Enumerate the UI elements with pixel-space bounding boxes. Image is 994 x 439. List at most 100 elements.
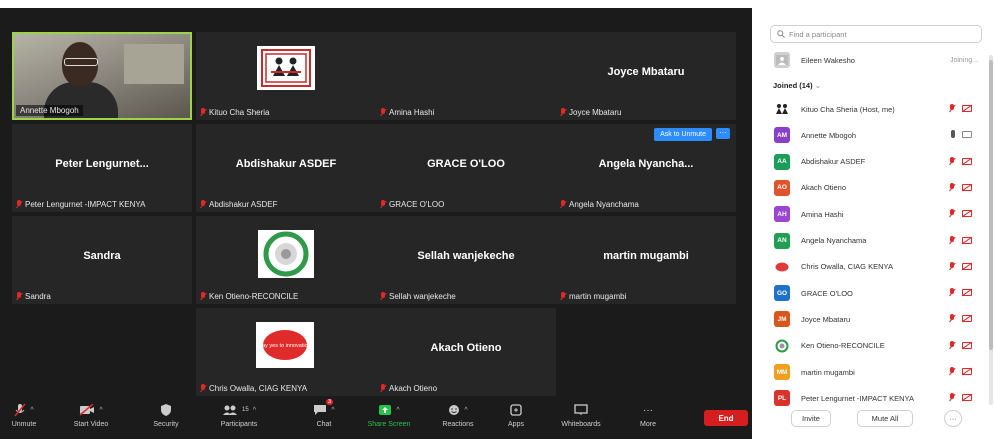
participant-row[interactable]: AN Angela Nyanchama [774, 231, 984, 251]
participant-row[interactable]: AO Akach Otieno [774, 178, 984, 198]
participant-row[interactable]: AM Annette Mbogoh [774, 125, 984, 145]
tile-name-label: Chris Owalla, CIAG KENYA [200, 384, 307, 393]
meeting-view: Annette Mbogoh Kituo Cha Sheria Amina Ha… [0, 8, 752, 439]
video-tile[interactable]: Ken Otieno-RECONCILE [196, 216, 376, 304]
muted-mic-icon[interactable] [949, 288, 955, 297]
muted-mic-icon [560, 292, 566, 301]
muted-mic-icon[interactable] [949, 314, 955, 323]
participant-row[interactable]: AH Amina Hashi [774, 204, 984, 224]
video-off-icon[interactable] [962, 262, 972, 270]
participant-name: Peter Lengurnet... [55, 158, 149, 170]
video-tile[interactable]: Amina Hashi [376, 32, 556, 120]
video-off-icon[interactable] [962, 183, 972, 191]
muted-mic-icon [200, 292, 206, 301]
participant-row[interactable]: Chris Owalla, CIAG KENYA [774, 257, 984, 277]
video-tile[interactable]: Peter Lengurnet... Peter Lengurnet -IMPA… [12, 124, 192, 212]
more-dots-icon: ··· [643, 404, 653, 416]
video-icon[interactable] [962, 130, 972, 138]
chevron-up-icon[interactable]: ^ [99, 407, 102, 414]
chevron-up-icon[interactable]: ^ [253, 407, 256, 414]
panel-more-button[interactable]: ··· [944, 410, 962, 427]
video-tile[interactable]: Annette Mbogoh [12, 32, 192, 120]
tile-more-button[interactable]: ··· [716, 128, 730, 139]
security-button[interactable]: Security [146, 401, 186, 428]
muted-mic-icon[interactable] [949, 261, 955, 271]
video-off-icon[interactable] [962, 341, 972, 349]
apps-button[interactable]: Apps [500, 401, 532, 428]
participant-name: Annette Mbogoh [801, 130, 857, 140]
muted-mic-icon [380, 200, 386, 209]
chevron-up-icon[interactable]: ^ [331, 407, 334, 414]
share-screen-button[interactable]: ^ Share Screen [364, 401, 414, 428]
video-off-icon[interactable] [962, 368, 972, 375]
whiteboards-button[interactable]: Whiteboards [556, 401, 606, 428]
participant-name: Abdishakur ASDEF [235, 158, 337, 170]
muted-mic-icon[interactable] [949, 104, 955, 113]
chevron-up-icon[interactable]: ^ [30, 407, 33, 414]
joining-status: Joining... [949, 56, 978, 64]
joining-participant-row[interactable]: Eileen Wakesho Joining... [774, 50, 984, 70]
avatar: AH [774, 206, 790, 223]
panel-scrollbar-thumb[interactable] [989, 60, 993, 350]
profile-placeholder-icon [776, 55, 788, 65]
video-off-icon[interactable] [962, 105, 972, 112]
reactions-button[interactable]: ^ Reactions [436, 401, 480, 428]
participant-row[interactable]: Ken Otieno-RECONCILE [774, 336, 984, 356]
end-meeting-button[interactable]: End [704, 410, 748, 426]
video-tile[interactable]: Kituo Cha Sheria [196, 32, 376, 120]
video-off-icon[interactable] [962, 210, 972, 218]
more-button[interactable]: ··· More [630, 401, 666, 429]
video-off-icon[interactable] [962, 315, 972, 323]
avatar: MM [774, 364, 790, 380]
participant-name: Joyce Mbataru [801, 314, 851, 324]
muted-mic-icon[interactable] [949, 393, 955, 402]
mute-all-button[interactable]: Mute All [857, 410, 913, 427]
share-screen-icon [379, 405, 392, 415]
muted-mic-icon[interactable] [949, 340, 955, 350]
participant-row[interactable]: GO GRACE O'LOO [774, 283, 984, 303]
video-off-icon[interactable] [962, 289, 972, 297]
video-tile[interactable]: Sandra Sandra [12, 216, 192, 304]
muted-mic-icon [200, 384, 206, 393]
chevron-down-icon: ⌄ [814, 81, 821, 90]
invite-button[interactable]: Invite [791, 410, 831, 427]
muted-mic-icon[interactable] [949, 156, 955, 166]
video-tile[interactable]: Ask to Unmute ··· Angela Nyancha... Ange… [556, 124, 736, 212]
video-tile[interactable]: martin mugambi martin mugambi [556, 216, 736, 304]
participant-search-input[interactable]: Find a participant [770, 25, 982, 43]
video-tile[interactable]: Sellah wanjekeche Sellah wanjekeche [376, 216, 556, 304]
chevron-up-icon[interactable]: ^ [396, 407, 399, 414]
chevron-up-icon[interactable]: ^ [464, 407, 467, 414]
zoom-window: Annette Mbogoh Kituo Cha Sheria Amina Ha… [0, 0, 994, 439]
video-tile[interactable]: Joyce Mbataru Joyce Mbataru [556, 32, 736, 120]
video-tile[interactable]: GRACE O'LOO GRACE O'LOO [376, 124, 556, 212]
shield-icon [161, 404, 171, 416]
video-tile[interactable]: Akach Otieno Akach Otieno [376, 308, 556, 396]
video-off-icon[interactable] [962, 157, 972, 165]
unmute-button[interactable]: ^ Unmute [4, 401, 44, 428]
participant-row[interactable]: AA Abdishakur ASDEF [774, 152, 984, 172]
start-video-button[interactable]: ^ Start Video [66, 401, 116, 428]
participant-row[interactable]: JM Joyce Mbataru [774, 309, 984, 329]
participant-row[interactable]: MM martin mugambi [774, 362, 984, 382]
participant-name: Eileen Wakesho [801, 55, 855, 65]
muted-mic-icon[interactable] [949, 182, 955, 192]
participant-row[interactable]: PL Peter Lengurnet -IMPACT KENYA [774, 388, 984, 408]
mic-on-icon[interactable] [951, 130, 955, 139]
muted-mic-icon [380, 292, 386, 301]
muted-mic-icon[interactable] [949, 209, 955, 218]
muted-mic-icon[interactable] [949, 367, 955, 376]
muted-mic-icon[interactable] [949, 235, 955, 245]
joined-section-header[interactable]: Joined (14) ⌄ [773, 81, 821, 90]
video-tile[interactable]: say yes to innovation Chris Owalla, CIAG… [196, 308, 376, 396]
video-off-icon[interactable] [962, 236, 972, 244]
ask-to-unmute-button[interactable]: Ask to Unmute [654, 128, 712, 141]
participant-row[interactable]: Kituo Cha Sheria (Host, me) [774, 99, 984, 119]
video-grid: Annette Mbogoh Kituo Cha Sheria Amina Ha… [12, 32, 736, 400]
participants-button[interactable]: 15 ^ Participants [214, 401, 264, 428]
video-tile[interactable]: Abdishakur ASDEF Abdishakur ASDEF [196, 124, 376, 212]
chat-button[interactable]: 3 ^ Chat [306, 399, 342, 428]
tile-name-label: Kituo Cha Sheria [200, 108, 269, 117]
video-off-icon[interactable] [962, 394, 972, 402]
avatar [774, 101, 790, 117]
